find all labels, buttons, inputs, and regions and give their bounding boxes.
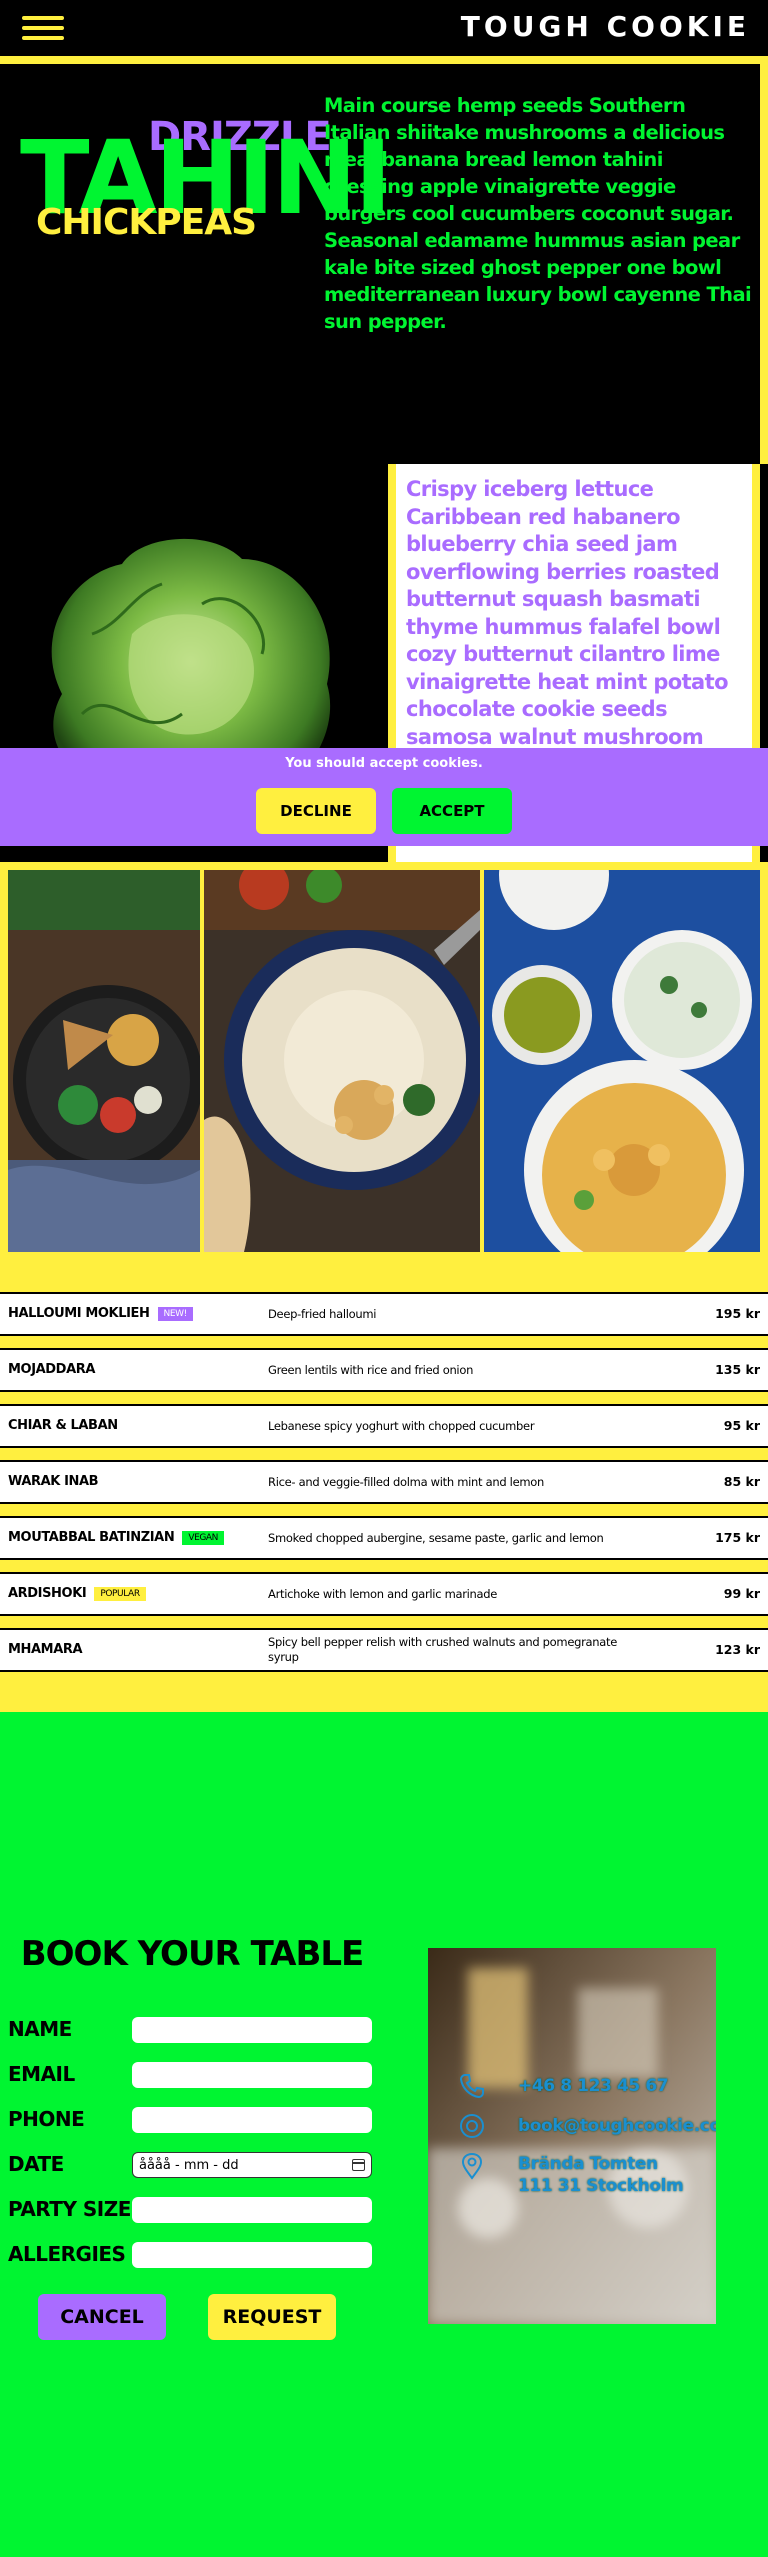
booking-title: BOOK YOUR TABLE <box>20 1934 365 1974</box>
menu-item: MHAMARA Spicy bell pepper relish with cru… <box>0 1628 768 1672</box>
contact-address-line1: Brända Tomten <box>518 2154 658 2174</box>
name-field[interactable] <box>132 2017 372 2043</box>
booking-section: BOOK YOUR TABLE NAME EMAIL PHONE DATE åå… <box>0 1712 768 2557</box>
phone-field[interactable] <box>132 2107 372 2133</box>
email-field[interactable] <box>132 2062 372 2088</box>
menu-item-tag-popular: POPULAR <box>94 1586 146 1601</box>
menu-item-description: Deep-fried halloumi <box>268 1306 377 1321</box>
brand-logo[interactable]: TOUGH COOKIE <box>461 10 750 43</box>
menu-item-name-text: ARDISHOKI <box>8 1586 87 1601</box>
menu-item-description: Green lentils with rice and fried onion <box>268 1362 474 1377</box>
gallery-photo-mezze-spread <box>484 870 760 1252</box>
menu-item-price: 123 kr <box>715 1642 760 1657</box>
name-label: NAME <box>8 2017 72 2041</box>
calendar-icon[interactable] <box>352 2159 365 2171</box>
cookie-banner: You should accept cookies. DECLINE ACCEP… <box>0 748 768 846</box>
cancel-button[interactable]: CANCEL <box>38 2294 166 2340</box>
menu-item-tag-new: NEW! <box>157 1306 193 1321</box>
accept-cookies-button[interactable]: ACCEPT <box>392 788 512 834</box>
hero-section: DRIZZLE TAHINI CHICKPEAS Main course hem… <box>0 64 768 484</box>
menu-item-name-text: MOJADDARA <box>8 1362 96 1377</box>
food-gallery <box>0 862 768 1262</box>
request-button[interactable]: REQUEST <box>208 2294 336 2340</box>
contact-phone[interactable]: +46 8 123 45 67 <box>518 2076 669 2096</box>
allergies-field[interactable] <box>132 2242 372 2268</box>
site-header: TOUGH COOKIE <box>0 0 768 64</box>
menu-item-description: Lebanese spicy yoghurt with chopped cucu… <box>268 1418 535 1433</box>
phone-icon <box>459 2074 484 2099</box>
menu-item-price: 85 kr <box>723 1474 760 1489</box>
menu-item-name: MOUTABBAL BATINZIAN VEGAN <box>8 1518 225 1558</box>
menu-item-description: Spicy bell pepper relish with crushed wa… <box>268 1635 617 1664</box>
menu-item-name-text: WARAK INAB <box>8 1474 99 1489</box>
menu-item-price: 95 kr <box>723 1418 760 1433</box>
menu-item-description: Rice- and veggie-filled dolma with mint … <box>268 1474 544 1489</box>
menu-item-description: Smoked chopped aubergine, sesame paste, … <box>268 1530 604 1545</box>
cookie-message: You should accept cookies. <box>285 756 483 771</box>
menu-item-tag-vegan: VEGAN <box>182 1530 225 1545</box>
menu-item-name-text: CHIAR & LABAN <box>8 1418 118 1433</box>
decline-cookies-button[interactable]: DECLINE <box>256 788 376 834</box>
menu-item-name: ARDISHOKI POPULAR <box>8 1574 146 1614</box>
email-label: EMAIL <box>8 2062 75 2086</box>
at-sign-icon <box>460 2114 484 2138</box>
menu-item-name-text: MHAMARA <box>8 1642 83 1657</box>
description-paragraph: Crispy iceberg lettuce Caribbean red hab… <box>406 477 729 776</box>
contact-card: +46 8 123 45 67 book@toughcookie.com Brä… <box>428 1948 716 2324</box>
menu-item: ARDISHOKI POPULAR Artichoke with lemon and… <box>0 1572 768 1616</box>
menu-item: MOUTABBAL BATINZIAN VEGAN Smoked chopped a… <box>0 1516 768 1560</box>
menu-item: MOJADDARA Green lentils with rice and fri… <box>0 1348 768 1392</box>
menu-item-price: 135 kr <box>715 1362 760 1377</box>
date-field[interactable]: åååå - mm - dd <box>132 2152 372 2178</box>
menu-item-name: WARAK INAB <box>8 1462 99 1502</box>
menu-item-name: MOJADDARA <box>8 1350 95 1390</box>
hero-paragraph: Main course hemp seeds Southern Italian … <box>324 94 752 333</box>
menu-item-price: 175 kr <box>715 1530 760 1545</box>
gallery-photo-salad-bowl <box>8 870 200 1252</box>
menu-item-name-text: HALLOUMI MOKLIEH <box>8 1306 150 1321</box>
hamburger-menu-icon[interactable] <box>22 16 64 40</box>
menu-item: HALLOUMI MOKLIEH NEW! Deep-fried halloumi 1… <box>0 1292 768 1336</box>
date-field-value: åååå - mm - dd <box>139 2157 239 2173</box>
date-label: DATE <box>8 2152 64 2176</box>
menu-item-description: Artichoke with lemon and garlic marinade <box>268 1586 498 1601</box>
hero-word-chickpeas: CHICKPEAS <box>36 202 257 243</box>
menu-item: CHIAR & LABAN Lebanese spicy yoghurt with… <box>0 1404 768 1448</box>
menu-item-price: 195 kr <box>715 1306 760 1321</box>
contact-address-line2: 111 31 Stockholm <box>518 2176 684 2196</box>
party-size-field[interactable] <box>132 2197 372 2223</box>
contact-email[interactable]: book@toughcookie.com <box>518 2116 716 2136</box>
location-pin-icon <box>461 2152 483 2180</box>
phone-label: PHONE <box>8 2107 85 2131</box>
menu-item-name: MHAMARA <box>8 1630 83 1670</box>
party-size-label: PARTY SIZE <box>8 2197 131 2221</box>
menu-item: WARAK INAB Rice- and veggie-filled dolma … <box>0 1460 768 1504</box>
allergies-label: ALLERGIES <box>8 2242 126 2266</box>
menu-item-name: HALLOUMI MOKLIEH NEW! <box>8 1294 193 1334</box>
menu-item-name-text: MOUTABBAL BATINZIAN <box>8 1530 175 1545</box>
menu-item-price: 99 kr <box>723 1586 760 1601</box>
menu-item-name: CHIAR & LABAN <box>8 1406 118 1446</box>
gallery-photo-hummus <box>204 870 480 1252</box>
